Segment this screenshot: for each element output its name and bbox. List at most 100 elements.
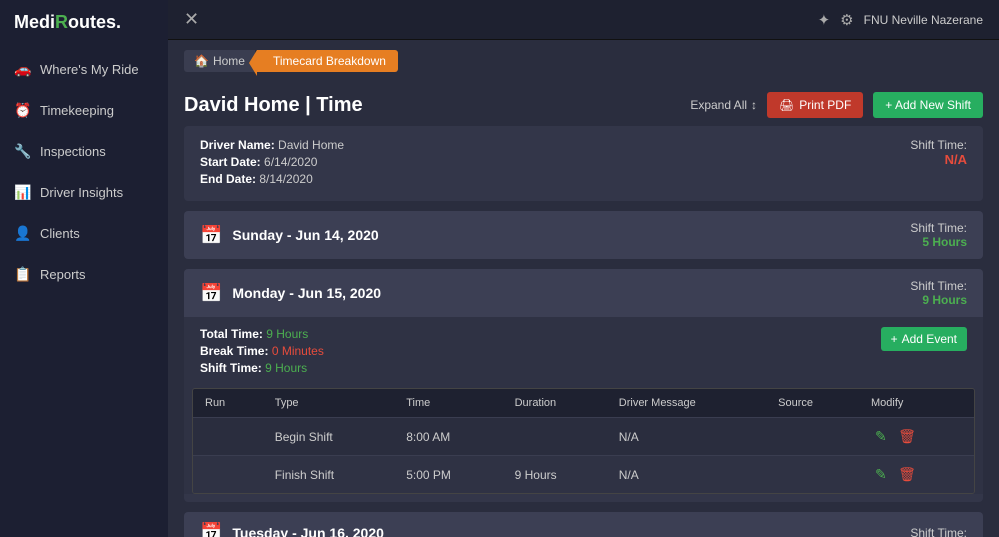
driver-info-left: Driver Name: David Home Start Date: 6/14… — [200, 138, 344, 189]
sidebar-item-reports[interactable]: 📋 Reports — [0, 254, 168, 295]
sidebar-label-clients: Clients — [40, 226, 80, 241]
total-time-line: Total Time: 9 Hours — [200, 327, 324, 341]
col-duration: Duration — [503, 389, 607, 418]
sunday-shift-label: Shift Time: — [910, 221, 967, 235]
settings-icon[interactable]: ⚙ — [840, 11, 853, 29]
breadcrumb-current-label: Timecard Breakdown — [273, 54, 386, 68]
monday-label: Monday - Jun 15, 2020 — [232, 285, 381, 301]
col-time: Time — [394, 389, 502, 418]
table-row: Begin Shift 8:00 AM N/A ✎ 🗑 — [193, 418, 974, 456]
user-name: FNU Neville Nazerane — [864, 13, 983, 27]
tuesday-shift-time: Shift Time: — [910, 526, 967, 537]
add-event-label: Add Event — [902, 332, 957, 346]
shift-time-detail-label: Shift Time: — [200, 361, 262, 375]
start-date-label: Start Date: — [200, 155, 261, 169]
shift-time-value: N/A — [910, 152, 967, 167]
end-date-value: 8/14/2020 — [259, 172, 312, 186]
sidebar-nav: 🚗 Where's My Ride ⏰ Timekeeping 🔧 Inspec… — [0, 49, 168, 295]
sidebar-item-inspections[interactable]: 🔧 Inspections — [0, 131, 168, 172]
page-header: David Home | Time Expand All ↕ 🖨 Print P… — [168, 82, 999, 126]
add-new-shift-button[interactable]: + Add New Shift — [873, 92, 983, 118]
monday-shift-time: Shift Time: 9 Hours — [910, 279, 967, 307]
star-icon[interactable]: ✦ — [818, 11, 831, 29]
cell-duration-1 — [503, 418, 607, 456]
delete-row1-button[interactable]: 🗑 — [894, 426, 920, 447]
logo-text: MediRoutes. — [14, 12, 121, 32]
sunday-shift-value: 5 Hours — [910, 235, 967, 249]
col-run: Run — [193, 389, 263, 418]
monday-details: Total Time: 9 Hours Break Time: 0 Minute… — [184, 317, 983, 388]
wrench-icon: 🔧 — [14, 143, 30, 160]
calendar-icon-monday: 📅 — [200, 283, 222, 304]
expand-all-icon: ↕ — [751, 98, 757, 112]
shift-time-label: Shift Time: — [910, 138, 967, 152]
add-event-button[interactable]: + Add Event — [881, 327, 967, 351]
break-time-label: Break Time: — [200, 344, 268, 358]
cell-driver-msg-2: N/A — [607, 456, 766, 494]
table-body: Begin Shift 8:00 AM N/A ✎ 🗑 — [193, 418, 974, 494]
breadcrumb-home-label: Home — [213, 54, 245, 68]
break-time-line: Break Time: 0 Minutes — [200, 344, 324, 358]
close-button[interactable]: ✕ — [184, 9, 199, 30]
sidebar-item-timekeeping[interactable]: ⏰ Timekeeping — [0, 90, 168, 131]
sidebar-label-driver-insights: Driver Insights — [40, 185, 123, 200]
table-head: Run Type Time Duration Driver Message So… — [193, 389, 974, 418]
edit-row2-button[interactable]: ✎ — [871, 464, 891, 485]
driver-name-line: Driver Name: David Home — [200, 138, 344, 152]
total-time-label: Total Time: — [200, 327, 263, 341]
monday-card: 📅 Monday - Jun 15, 2020 Shift Time: 9 Ho… — [184, 269, 983, 502]
expand-all-button[interactable]: Expand All ↕ — [690, 98, 757, 112]
driver-name-label: Driver Name: — [200, 138, 275, 152]
sunday-row[interactable]: 📅 Sunday - Jun 14, 2020 Shift Time: 5 Ho… — [184, 211, 983, 259]
start-date-value: 6/14/2020 — [264, 155, 317, 169]
home-icon: 🏠 — [194, 54, 209, 68]
end-date-label: End Date: — [200, 172, 256, 186]
shift-time-detail-value: 9 Hours — [265, 361, 307, 375]
sidebar: MediRoutes. 🚗 Where's My Ride ⏰ Timekeep… — [0, 0, 168, 537]
col-source: Source — [766, 389, 859, 418]
page-title: David Home | Time — [184, 94, 363, 117]
table-header-row: Run Type Time Duration Driver Message So… — [193, 389, 974, 418]
monday-row[interactable]: 📅 Monday - Jun 15, 2020 Shift Time: 9 Ho… — [184, 269, 983, 317]
report-icon: 📋 — [14, 266, 30, 283]
tuesday-row[interactable]: 📅 Tuesday - Jun 16, 2020 Shift Time: — [184, 512, 983, 537]
topbar-right: ✦ ⚙ FNU Neville Nazerane — [818, 11, 983, 29]
main-content: ✕ ✦ ⚙ FNU Neville Nazerane 🏠 Home Timeca… — [168, 0, 999, 537]
expand-all-label: Expand All — [690, 98, 747, 112]
driver-info-content: Driver Name: David Home Start Date: 6/14… — [184, 126, 983, 201]
cell-modify-2: ✎ 🗑 — [859, 456, 974, 494]
sunday-label: Sunday - Jun 14, 2020 — [232, 227, 378, 243]
logo: MediRoutes. — [0, 0, 168, 45]
sidebar-item-clients[interactable]: 👤 Clients — [0, 213, 168, 254]
delete-row2-button[interactable]: 🗑 — [894, 464, 920, 485]
start-date-line: Start Date: 6/14/2020 — [200, 155, 344, 169]
tuesday-shift-label: Shift Time: — [910, 526, 967, 537]
sunday-card: 📅 Sunday - Jun 14, 2020 Shift Time: 5 Ho… — [184, 211, 983, 259]
cell-source-2 — [766, 456, 859, 494]
breadcrumb-home[interactable]: 🏠 Home — [184, 50, 255, 72]
sidebar-label-inspections: Inspections — [40, 144, 106, 159]
sidebar-label-timekeeping: Timekeeping — [40, 103, 114, 118]
driver-name-value: David Home — [278, 138, 344, 152]
print-pdf-button[interactable]: 🖨 Print PDF — [767, 92, 863, 118]
user-icon: 👤 — [14, 225, 30, 242]
content-area: 🏠 Home Timecard Breakdown David Home | T… — [168, 40, 999, 537]
cell-time-1: 8:00 AM — [394, 418, 502, 456]
col-driver-message: Driver Message — [607, 389, 766, 418]
breadcrumb-current: Timecard Breakdown — [257, 50, 398, 72]
break-time-value: 0 Minutes — [272, 344, 324, 358]
breadcrumb-bar: 🏠 Home Timecard Breakdown — [168, 40, 999, 82]
cell-run-1 — [193, 418, 263, 456]
add-shift-label: + Add New Shift — [885, 98, 971, 112]
sidebar-item-driver-insights[interactable]: 📊 Driver Insights — [0, 172, 168, 213]
sidebar-item-wheres-my-ride[interactable]: 🚗 Where's My Ride — [0, 49, 168, 90]
page-actions: Expand All ↕ 🖨 Print PDF + Add New Shift — [690, 92, 983, 118]
car-icon: 🚗 — [14, 61, 30, 78]
monday-table-wrapper: Run Type Time Duration Driver Message So… — [192, 388, 975, 494]
tuesday-left: 📅 Tuesday - Jun 16, 2020 — [200, 522, 384, 537]
edit-row1-button[interactable]: ✎ — [871, 426, 891, 447]
tuesday-card: 📅 Tuesday - Jun 16, 2020 Shift Time: — [184, 512, 983, 537]
monday-shift-value: 9 Hours — [910, 293, 967, 307]
monday-shift-label: Shift Time: — [910, 279, 967, 293]
sidebar-label-reports: Reports — [40, 267, 86, 282]
